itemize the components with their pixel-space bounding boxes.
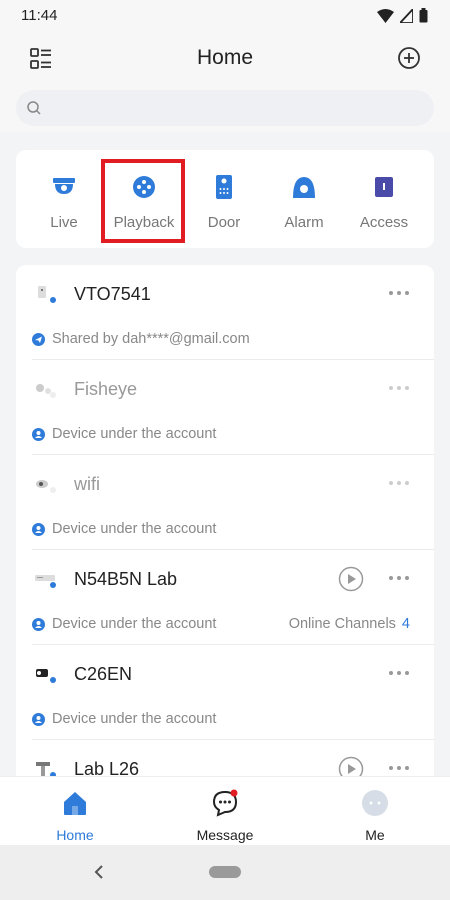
- share-icon: [32, 332, 45, 346]
- device-source-text: Shared by dah****@gmail.com: [52, 331, 250, 347]
- more-icon[interactable]: [388, 383, 410, 393]
- status-icons: [377, 8, 428, 23]
- device-name: VTO7541: [74, 284, 151, 304]
- signal-icon: [400, 8, 413, 23]
- online-channels-label: Online Channels: [288, 616, 396, 632]
- search-area: [0, 84, 450, 132]
- quick-label-door: Door: [207, 214, 241, 231]
- alarm-icon: [293, 177, 315, 198]
- plus-circle-icon[interactable]: [396, 45, 422, 71]
- account-icon: [32, 617, 45, 631]
- access-control-icon: [375, 177, 393, 197]
- tab-home[interactable]: Home: [0, 777, 150, 846]
- device-name: C26EN: [74, 664, 133, 684]
- list-item[interactable]: C26EN Device under the account: [16, 645, 434, 740]
- quick-label-live: Live: [50, 214, 78, 231]
- online-channels-count: 4: [401, 616, 410, 632]
- search-bar[interactable]: [16, 90, 434, 126]
- device-name: wifi: [74, 474, 100, 494]
- tab-bar: Home Message Me: [0, 776, 450, 845]
- device-list: VTO7541 Shared by dah****@gmail.com Fish…: [16, 265, 434, 785]
- quick-item-access[interactable]: Access: [344, 150, 424, 248]
- back-icon[interactable]: [92, 864, 106, 880]
- home-pill[interactable]: [209, 866, 241, 878]
- quick-item-alarm[interactable]: Alarm: [264, 150, 344, 248]
- device-source: Device under the account: [32, 616, 216, 632]
- device-source: Device under the account: [32, 426, 216, 442]
- device-name: N54B5N Lab: [74, 569, 178, 589]
- tab-label-home: Home: [56, 827, 94, 843]
- quick-label-access: Access: [359, 214, 409, 231]
- more-icon[interactable]: [388, 763, 410, 773]
- list-item[interactable]: wifi Device under the account: [16, 455, 434, 550]
- bullet-camera-thumb-icon: [36, 669, 56, 683]
- tab-label-message: Message: [196, 827, 254, 843]
- device-source: Device under the account: [32, 521, 216, 537]
- profile-icon: [362, 790, 388, 816]
- quick-item-door[interactable]: Door: [184, 150, 264, 248]
- door-station-thumb-icon: [38, 286, 56, 303]
- page-title: Home: [196, 46, 254, 69]
- device-source-text: Device under the account: [52, 521, 217, 537]
- device-name: Fisheye: [74, 379, 138, 399]
- device-source: Device under the account: [32, 711, 216, 727]
- list-item[interactable]: N54B5N Lab Device under the account Onli…: [16, 550, 434, 645]
- device-source: Shared by dah****@gmail.com: [32, 331, 250, 347]
- tab-message[interactable]: Message: [150, 777, 300, 846]
- quick-item-live[interactable]: Live: [24, 150, 104, 248]
- battery-icon: [419, 8, 428, 23]
- nvr-thumb-icon: [35, 575, 56, 588]
- wifi-camera-thumb-icon: [36, 480, 56, 493]
- account-icon: [32, 522, 45, 536]
- message-icon: [212, 789, 238, 817]
- list-item[interactable]: Fisheye Device under the account: [16, 360, 434, 455]
- online-channels: Online Channels 4: [289, 616, 410, 632]
- tab-me[interactable]: Me: [300, 777, 450, 846]
- account-icon: [32, 427, 45, 441]
- device-source-text: Device under the account: [52, 711, 217, 727]
- status-bar: 11:44: [0, 0, 450, 32]
- playback-highlight: [101, 159, 185, 243]
- door-station-icon: [216, 175, 232, 199]
- home-icon: [64, 792, 86, 815]
- tab-label-me: Me: [365, 827, 385, 843]
- app-header: Home: [0, 32, 450, 84]
- list-item[interactable]: VTO7541 Shared by dah****@gmail.com: [16, 265, 434, 360]
- wifi-icon: [377, 8, 394, 23]
- quick-label-alarm: Alarm: [284, 214, 324, 231]
- more-icon[interactable]: [388, 288, 410, 298]
- more-icon[interactable]: [388, 573, 410, 583]
- status-time: 11:44: [21, 7, 58, 24]
- more-icon[interactable]: [388, 478, 410, 488]
- search-input[interactable]: [52, 94, 422, 122]
- fisheye-thumb-icon: [36, 384, 56, 398]
- more-icon[interactable]: [388, 668, 410, 678]
- search-icon: [27, 101, 41, 115]
- system-nav-bar: [0, 845, 450, 900]
- device-source-text: Device under the account: [52, 426, 217, 442]
- account-icon: [32, 712, 45, 726]
- quick-access-card: Live Playback Door Alarm Access: [16, 150, 434, 248]
- camera-dome-icon: [53, 178, 75, 194]
- device-source-text: Device under the account: [52, 616, 217, 632]
- play-icon[interactable]: [338, 566, 364, 592]
